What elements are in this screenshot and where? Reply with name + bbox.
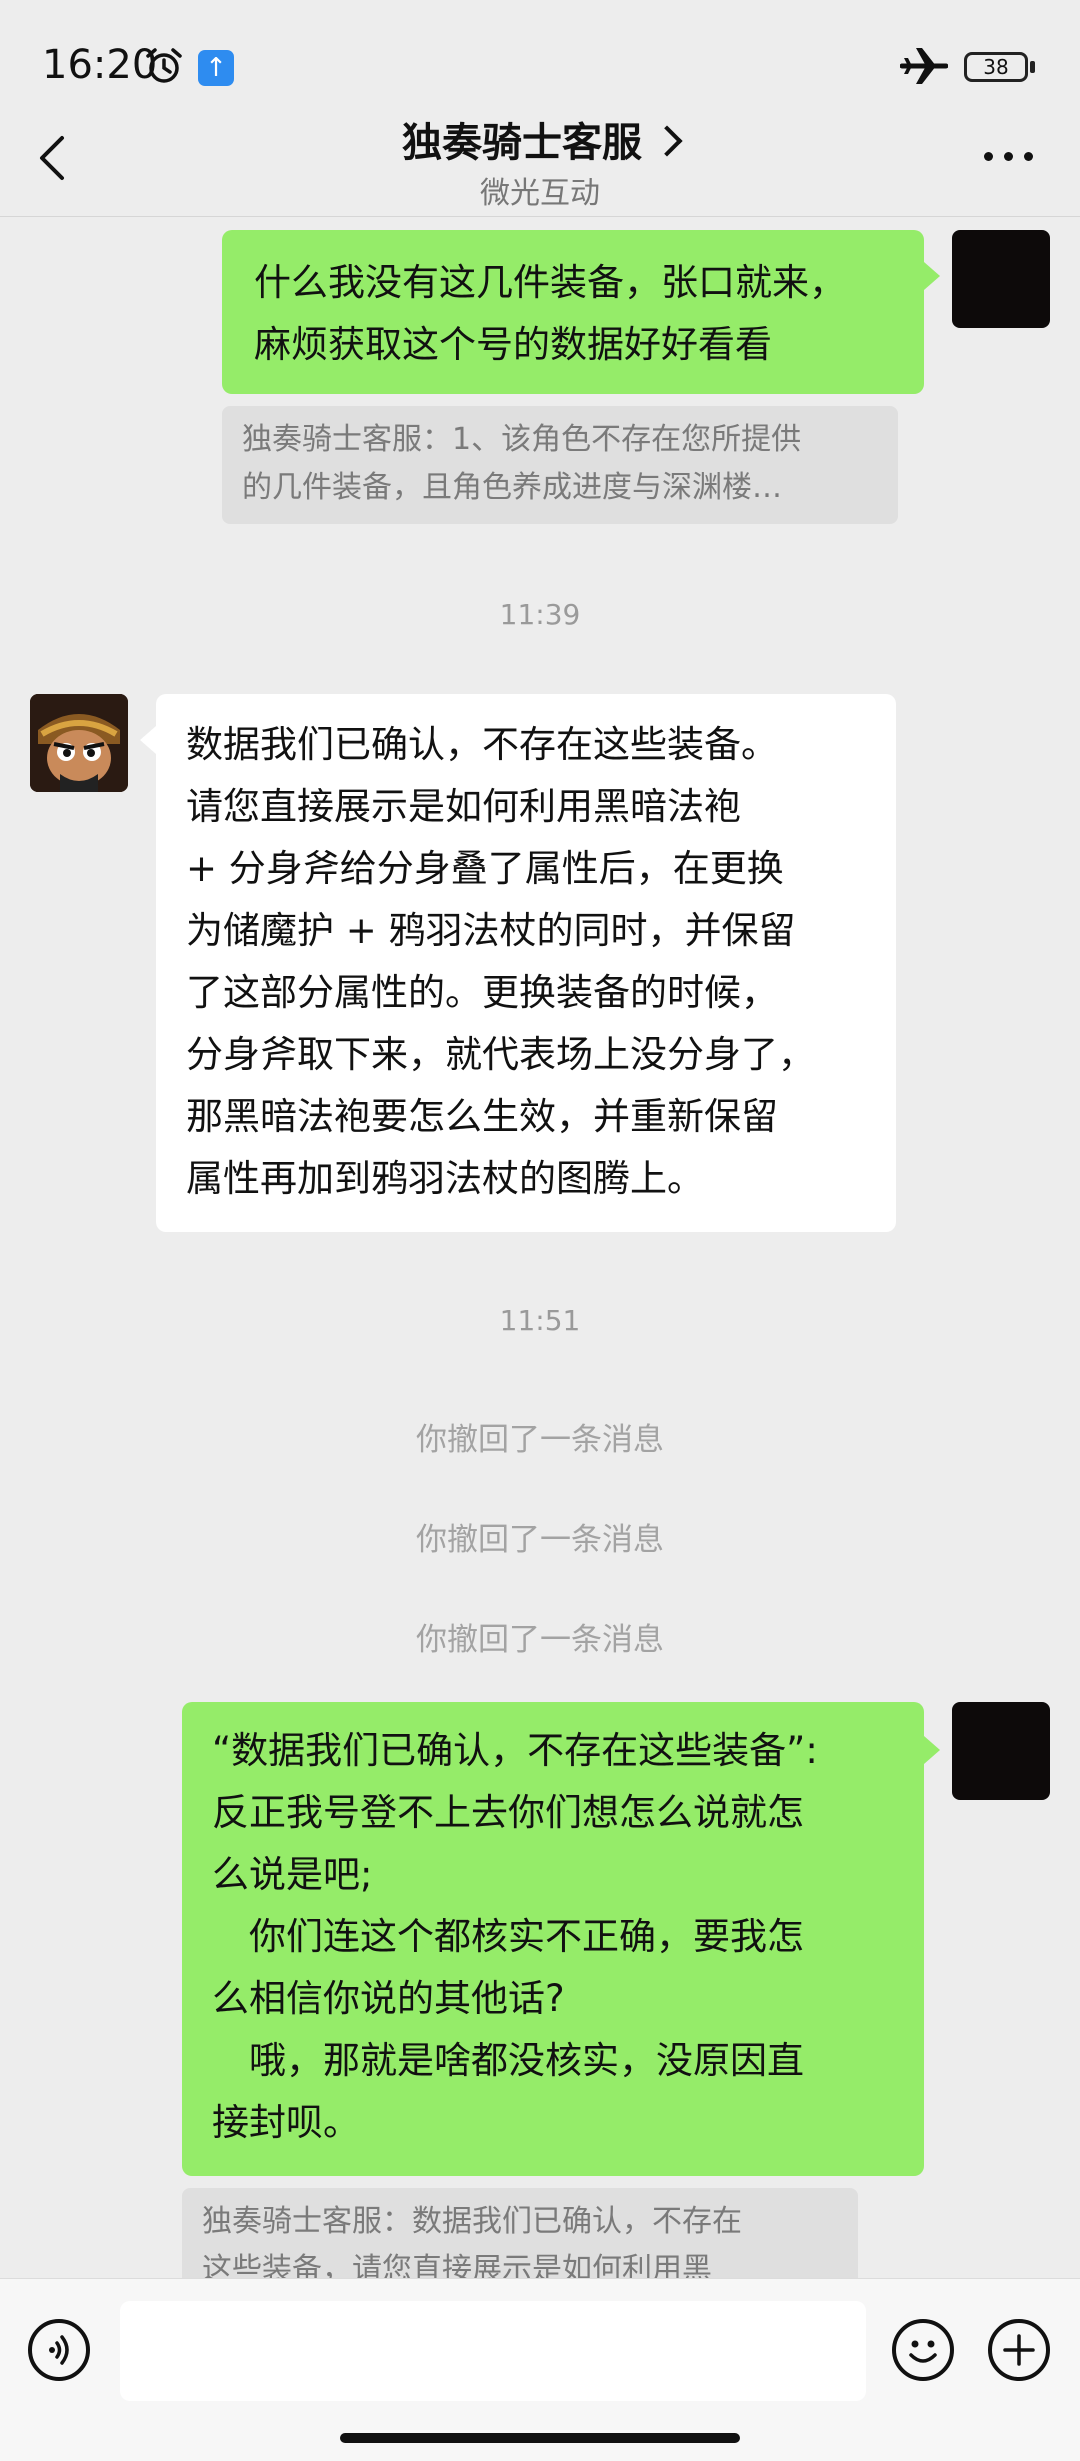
emoji-icon[interactable]	[892, 2319, 954, 2381]
more-icon[interactable]	[984, 152, 1034, 162]
recall-notice: 你撤回了一条消息	[416, 1522, 664, 1558]
upload-icon: ↑	[198, 50, 234, 86]
message-line: 为储魔护 + 鸦羽法杖的同时，并保留	[186, 909, 796, 952]
add-icon[interactable]	[988, 2319, 1050, 2381]
bubble-tail	[140, 726, 156, 754]
knight-avatar-icon	[30, 694, 128, 792]
airplane-mode-icon	[900, 48, 948, 84]
chat-header: 独奏骑士客服 微光互动	[0, 98, 1080, 218]
chat-title-text[interactable]: 独奏骑士客服	[402, 120, 642, 166]
message-line: 属性再加到鸦羽法杖的图腾上。	[186, 1157, 704, 1200]
chevron-right-icon[interactable]	[651, 125, 683, 157]
quote-line: 独奏骑士客服：1、该角色不存在您所提供	[242, 422, 802, 457]
message-input[interactable]	[120, 2301, 866, 2401]
bubble-tail	[924, 1736, 940, 1764]
message-line: + 分身斧给分身叠了属性后，在更换	[186, 847, 784, 890]
message-line: 麻烦获取这个号的数据好好看看	[254, 323, 772, 366]
message-line: 么相信你说的其他话?	[212, 1977, 565, 2020]
home-indicator[interactable]	[340, 2433, 740, 2443]
received-message-1[interactable]: 数据我们已确认，不存在这些装备。 请您直接展示是如何利用黑暗法袍 + 分身斧给分…	[156, 694, 896, 1232]
message-line: 接封呗。	[212, 2101, 360, 2144]
message-line: 你们连这个都核实不正确，要我怎	[212, 1915, 804, 1958]
message-line: 哦，那就是啥都没核实，没原因直	[212, 2039, 804, 2082]
message-line: 什么我没有这几件装备，张口就来，	[254, 261, 846, 304]
message-line: 那黑暗法袍要怎么生效，并重新保留	[186, 1095, 778, 1138]
user-avatar[interactable]	[952, 1702, 1050, 1800]
quote-line: 独奏骑士客服：数据我们已确认，不存在	[202, 2204, 742, 2239]
clock: 16:20	[42, 42, 158, 88]
message-line: “数据我们已确认，不存在这些装备”:	[212, 1729, 818, 1772]
quote-line: 的几件装备，且角色养成进度与深渊楼…	[242, 470, 782, 505]
message-line: 了这部分属性的。更换装备的时候，	[186, 971, 778, 1014]
message-line: 分身斧取下来，就代表场上没分身了，	[186, 1033, 815, 1076]
sent-message-2[interactable]: “数据我们已确认，不存在这些装备”: 反正我号登不上去你们想怎么说就怎 么说是吧…	[182, 1702, 924, 2176]
sent-message-1[interactable]: 什么我没有这几件装备，张口就来， 麻烦获取这个号的数据好好看看	[222, 230, 924, 394]
timestamp: 11:51	[499, 1304, 581, 1337]
timestamp: 11:39	[499, 598, 581, 631]
user-avatar[interactable]	[952, 230, 1050, 328]
battery-icon: 38	[964, 52, 1028, 82]
service-avatar[interactable]	[30, 694, 128, 792]
message-line: 反正我号登不上去你们想怎么说就怎	[212, 1791, 804, 1834]
message-line: 请您直接展示是如何利用黑暗法袍	[186, 785, 741, 828]
chat-title[interactable]: 独奏骑士客服	[0, 110, 1080, 168]
chat-subtitle: 微光互动	[480, 176, 600, 211]
battery-tip	[1030, 61, 1035, 73]
recall-notice: 你撤回了一条消息	[416, 1622, 664, 1658]
header-divider	[0, 216, 1080, 217]
message-line: 数据我们已确认，不存在这些装备。	[186, 723, 778, 766]
message-line: 么说是吧;	[212, 1853, 373, 1896]
voice-icon[interactable]	[28, 2319, 90, 2381]
quoted-message-1[interactable]: 独奏骑士客服：1、该角色不存在您所提供 的几件装备，且角色养成进度与深渊楼…	[222, 406, 898, 524]
alarm-icon	[146, 48, 182, 83]
bubble-tail	[924, 262, 940, 290]
recall-notice: 你撤回了一条消息	[416, 1422, 664, 1458]
